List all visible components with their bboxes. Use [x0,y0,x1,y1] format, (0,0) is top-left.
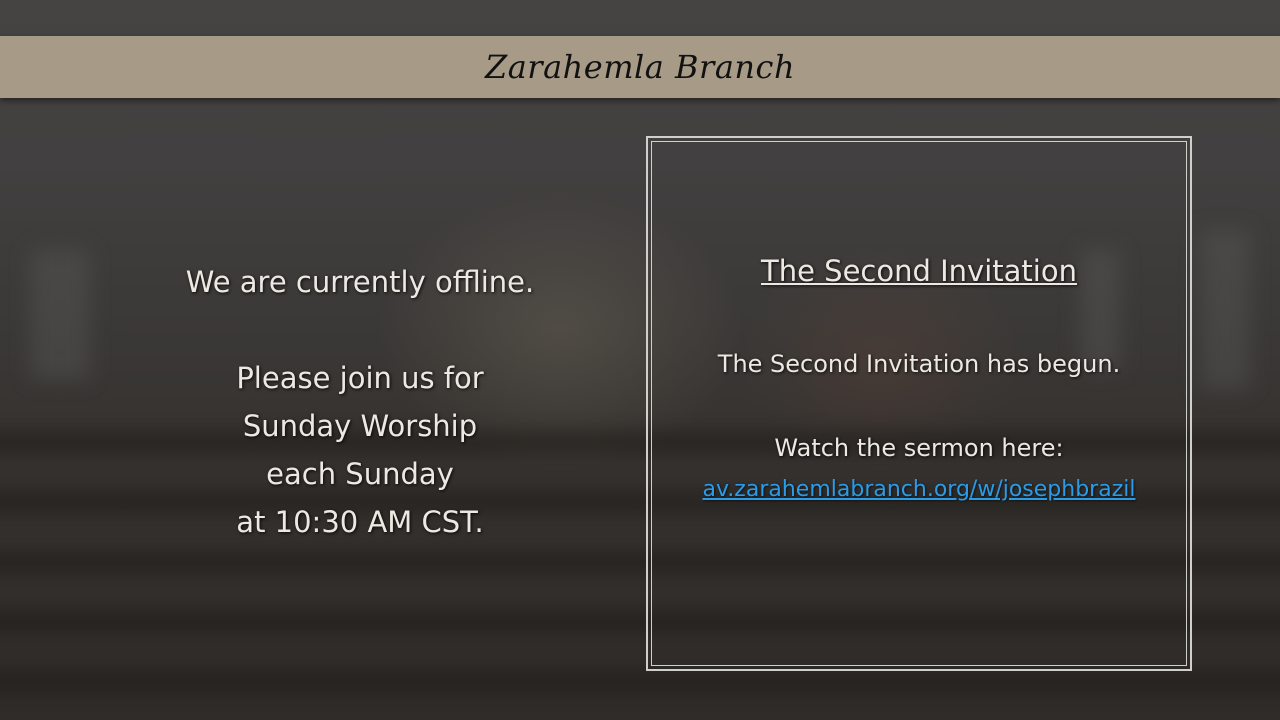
invitation-title: The Second Invitation [761,254,1077,288]
header-bar: Zarahemla Branch [0,36,1280,98]
sermon-link[interactable]: av.zarahemlabranch.org/w/josephbrazil [648,477,1190,502]
invitation-announcement: The Second Invitation has begun. [717,350,1121,378]
watch-sermon-label: Watch the sermon here: [774,434,1064,462]
page-title: Zarahemla Branch [484,48,796,86]
invitation-panel-inner-border [651,141,1187,666]
invitation-panel: The Second Invitation The Second Invitat… [646,136,1192,671]
offline-status-text: We are currently offline. [185,265,535,299]
schedule-line: at 10:30 AM CST. [236,505,484,539]
offline-message: We are currently offline. Please join us… [160,258,560,546]
schedule-line: each Sunday [266,457,454,491]
schedule-line: Please join us for [236,361,484,395]
schedule-line: Sunday Worship [242,409,478,443]
